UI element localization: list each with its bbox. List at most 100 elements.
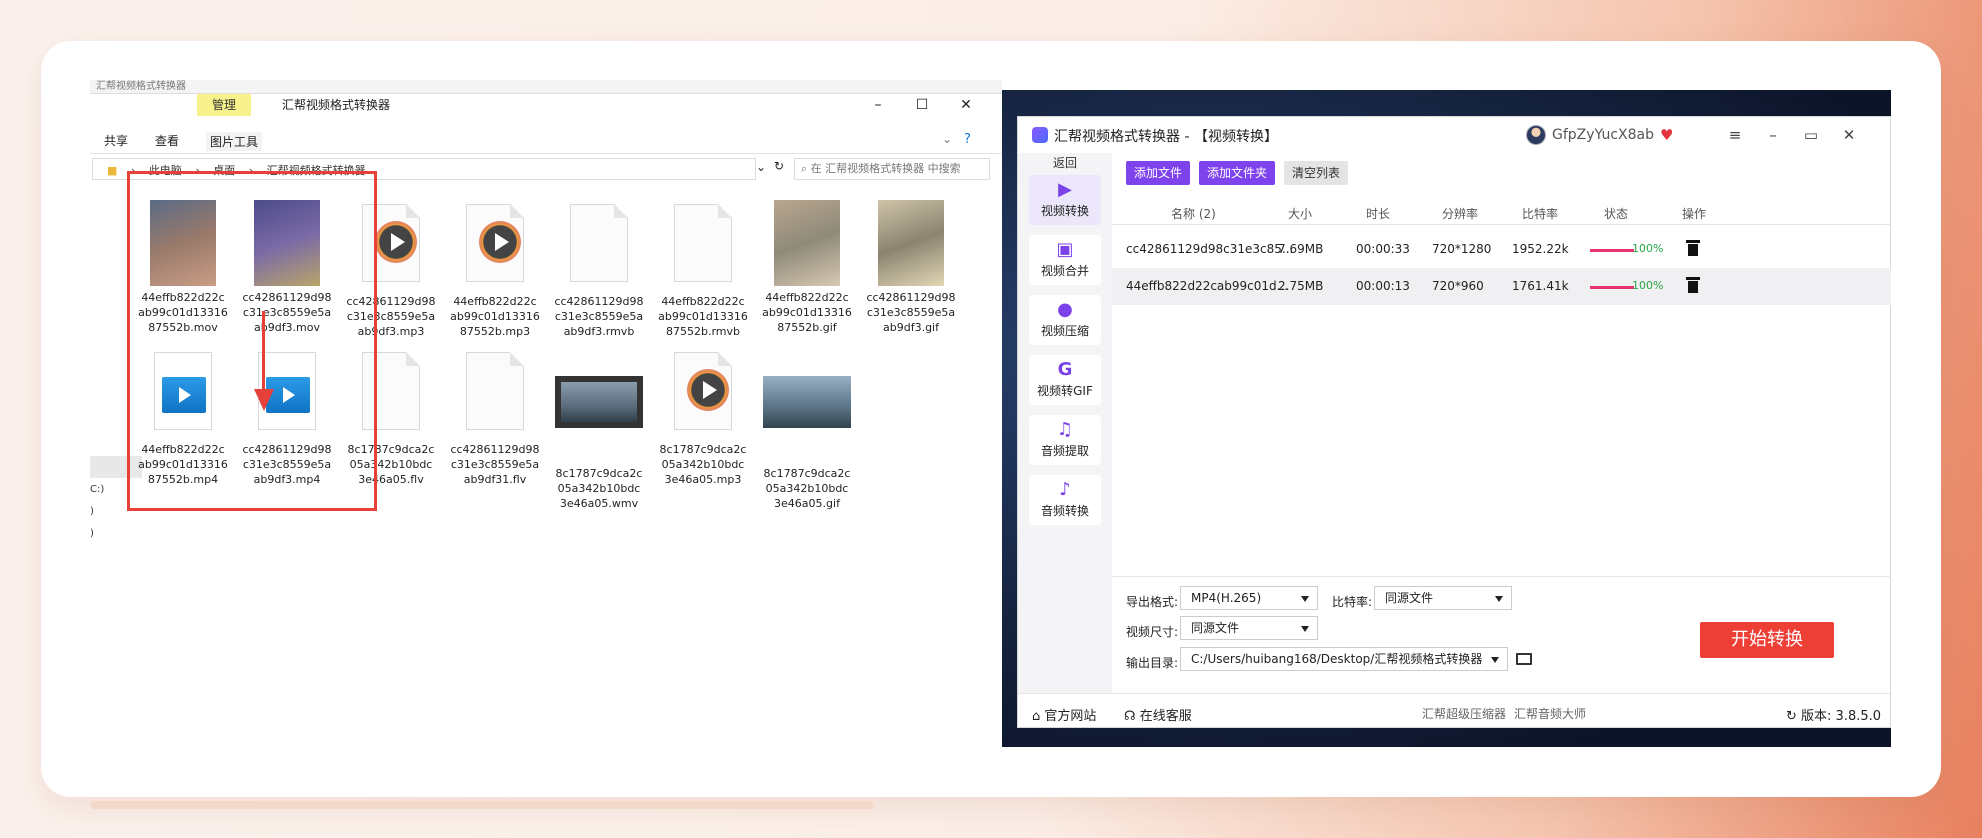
version-info[interactable]: ↻ 版本: 3.8.5.0 xyxy=(1786,705,1881,724)
tab-picture-tools[interactable]: 图片工具 xyxy=(206,132,263,151)
app-logo-icon xyxy=(1032,127,1048,143)
file-item[interactable]: cc42861129d98 c31e3c8559e5a ab9df3.gif xyxy=(858,200,964,335)
blank-file-icon xyxy=(462,352,528,438)
close-button[interactable]: ✕ xyxy=(1834,123,1864,147)
menu-icon[interactable]: ≡ xyxy=(1720,123,1750,147)
back-button[interactable]: 返回 xyxy=(1018,153,1112,173)
video-merge-icon: ▣ xyxy=(1056,239,1074,260)
nav-item-4[interactable]: G 视频转GIF xyxy=(1029,355,1101,405)
output-dir-select[interactable]: C:/Users/huibang168/Desktop/汇帮视频格式转换器 xyxy=(1180,647,1508,671)
file-size: 7.69MB xyxy=(1278,242,1324,256)
table-row[interactable]: 44effb822d22cab99c01d... 2.75MB 00:00:13 72… xyxy=(1112,268,1891,305)
file-name-line: ab99c01d13316 xyxy=(450,310,540,323)
bitrate-value: 同源文件 xyxy=(1385,591,1434,605)
column-name[interactable]: 名称 (2) xyxy=(1171,205,1216,222)
start-convert-button[interactable]: 开始转换 xyxy=(1700,622,1834,658)
file-name-line: ab99c01d13316 xyxy=(658,310,748,323)
tab-view[interactable]: 查看 xyxy=(155,132,179,149)
file-name-line: cc42861129d98 xyxy=(866,291,956,304)
avatar[interactable] xyxy=(1526,125,1546,145)
maximize-button[interactable]: ☐ xyxy=(900,94,944,116)
size-label: 视频尺寸: xyxy=(1126,625,1179,639)
search-input[interactable]: ⌕ 在 汇帮视频格式转换器 中搜索 xyxy=(794,158,990,180)
audio-master-link[interactable]: 汇帮音频大师 xyxy=(1514,705,1586,722)
nav-label: 音频提取 xyxy=(1040,444,1089,458)
nav-item-3[interactable]: ● 视频压缩 xyxy=(1029,295,1101,345)
microphone-icon: ♪ xyxy=(1059,479,1071,500)
background-window-titlebar: 汇帮视频格式转换器 xyxy=(90,80,1002,94)
help-icon[interactable]: ? xyxy=(964,132,971,147)
maximize-button[interactable]: ▭ xyxy=(1796,123,1826,147)
nav-pane-drive[interactable]: C:) xyxy=(90,484,104,495)
main-panel: 添加文件 添加文件夹 清空列表 名称 (2) 大小 时长 分辨率 比特率 状态 … xyxy=(1112,153,1891,693)
website-label: 官方网站 xyxy=(1044,709,1097,724)
website-link[interactable]: ⌂ 官方网站 xyxy=(1032,705,1096,724)
search-placeholder: 在 汇帮视频格式转换器 中搜索 xyxy=(810,162,961,175)
file-item[interactable]: 44effb822d22c ab99c01d13316 87552b.mp3 xyxy=(442,200,548,339)
file-item[interactable]: cc42861129d98 c31e3c8559e5a ab9df3.rmvb xyxy=(546,200,652,339)
chevron-down-icon[interactable]: ⌄ xyxy=(756,160,766,174)
file-item[interactable]: 8c1787c9dca2c 05a342b10bdc 3e46a05.mp3 xyxy=(650,348,756,487)
nav-label: 视频转GIF xyxy=(1037,384,1093,398)
window-title: 汇帮视频格式转换器 xyxy=(282,98,391,112)
image-thumbnail xyxy=(878,200,944,286)
nav-item-2[interactable]: ▣ 视频合并 xyxy=(1029,235,1101,285)
file-resolution: 720*1280 xyxy=(1432,242,1492,256)
user-info[interactable]: GfpZyYucX8ab ♥ xyxy=(1526,124,1673,146)
progress-percent: 100% xyxy=(1632,242,1664,255)
nav-item-5[interactable]: ♫ 音频提取 xyxy=(1029,415,1101,465)
tab-share[interactable]: 共享 xyxy=(104,132,128,149)
format-select[interactable]: MP4(H.265) xyxy=(1180,586,1318,610)
file-item[interactable]: 8c1787c9dca2c 05a342b10bdc 3e46a05.gif xyxy=(754,348,860,511)
file-name-line: c31e3c8559e5a xyxy=(866,306,956,319)
nav-item-6[interactable]: ♪ 音频转换 xyxy=(1029,475,1101,525)
minimize-button[interactable]: – xyxy=(1758,123,1788,147)
file-name-line: ab9df3.rmvb xyxy=(563,325,635,338)
expand-ribbon-icon[interactable]: ⌄ xyxy=(942,132,952,146)
video-gif-icon: G xyxy=(1057,359,1073,380)
bitrate-select[interactable]: 同源文件 xyxy=(1374,586,1512,610)
clear-list-button[interactable]: 清空列表 xyxy=(1284,161,1349,185)
compressor-link[interactable]: 汇帮超级压缩器 xyxy=(1422,705,1506,722)
support-link[interactable]: ☊ 在线客服 xyxy=(1124,705,1192,724)
add-folder-button[interactable]: 添加文件夹 xyxy=(1199,161,1276,185)
trash-icon[interactable] xyxy=(1686,240,1700,256)
progress-bar xyxy=(1590,286,1634,289)
close-button[interactable]: ✕ xyxy=(944,94,988,116)
audio-file-icon xyxy=(670,352,736,438)
file-item[interactable]: 44effb822d22c ab99c01d13316 87552b.rmvb xyxy=(650,200,756,339)
file-name-line: 3e46a05.wmv xyxy=(559,497,639,510)
nav-pane-drive[interactable]: ) xyxy=(90,506,94,517)
file-name: cc42861129d98c31e3c85... xyxy=(1126,242,1294,256)
minimize-button[interactable]: – xyxy=(856,94,900,116)
nav-label: 视频合并 xyxy=(1040,264,1089,278)
file-name-line: 3e46a05.gif xyxy=(774,497,840,510)
nav-item-1[interactable]: ▶ 视频转换 xyxy=(1029,175,1101,225)
file-name-line: 44effb822d22c xyxy=(453,295,537,308)
file-name-line: 05a342b10bdc xyxy=(765,482,849,495)
file-item[interactable]: cc42861129d98 c31e3c8559e5a ab9df31.flv xyxy=(442,348,548,487)
size-select[interactable]: 同源文件 xyxy=(1180,616,1318,640)
folder-open-icon[interactable] xyxy=(1516,653,1532,665)
nav-pane-drive[interactable]: ) xyxy=(90,528,94,539)
app-title: 汇帮视频格式转换器 - 【视频转换】 xyxy=(1054,129,1278,145)
file-name-line: cc42861129d98 xyxy=(450,443,540,456)
support-label: 在线客服 xyxy=(1139,709,1192,724)
file-name-line: c31e3c8559e5a xyxy=(450,458,540,471)
tab-manage[interactable]: 管理 xyxy=(197,94,251,116)
decorative-strip xyxy=(90,801,874,809)
blank-file-icon xyxy=(566,204,632,290)
file-duration: 00:00:33 xyxy=(1356,242,1410,256)
version-label: 版本: 3.8.5.0 xyxy=(1801,709,1882,724)
file-name-line: 87552b.rmvb xyxy=(665,325,740,338)
add-file-button[interactable]: 添加文件 xyxy=(1126,161,1191,185)
file-item[interactable]: 44effb822d22c ab99c01d13316 87552b.gif xyxy=(754,200,860,335)
trash-icon[interactable] xyxy=(1686,277,1700,293)
footer: ⌂ 官方网站 ☊ 在线客服 汇帮超级压缩器 汇帮音频大师 ↻ 版本: 3.8.5… xyxy=(1018,693,1892,729)
file-item[interactable]: 8c1787c9dca2c 05a342b10bdc 3e46a05.wmv xyxy=(546,348,652,511)
refresh-icon[interactable]: ↻ xyxy=(774,159,784,173)
file-bitrate: 1761.41k xyxy=(1512,279,1569,293)
bitrate-label: 比特率: xyxy=(1332,595,1373,609)
file-name-line: 3e46a05.mp3 xyxy=(664,473,742,486)
table-row[interactable]: cc42861129d98c31e3c85... 7.69MB 00:00:33 72… xyxy=(1112,231,1891,268)
